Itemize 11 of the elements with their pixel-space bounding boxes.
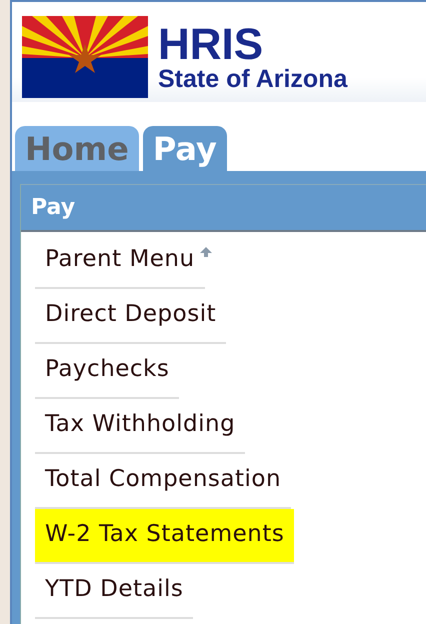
- logo-subtitle: State of Arizona: [158, 66, 348, 92]
- panel-title: Pay: [31, 195, 76, 220]
- up-arrow-icon: [198, 246, 213, 258]
- menu-link[interactable]: Direct Deposit: [35, 289, 226, 344]
- menu-link[interactable]: Paychecks: [35, 344, 180, 399]
- flag-logo-icon: [22, 16, 148, 98]
- menu-link[interactable]: Parent Menu: [35, 234, 205, 289]
- menu-link[interactable]: YTD Details: [35, 564, 194, 619]
- menu-link[interactable]: Tax Withholding: [35, 399, 246, 454]
- logo-title: HRIS: [158, 22, 264, 66]
- menu-link[interactable]: W-2 Tax Statements: [35, 509, 294, 564]
